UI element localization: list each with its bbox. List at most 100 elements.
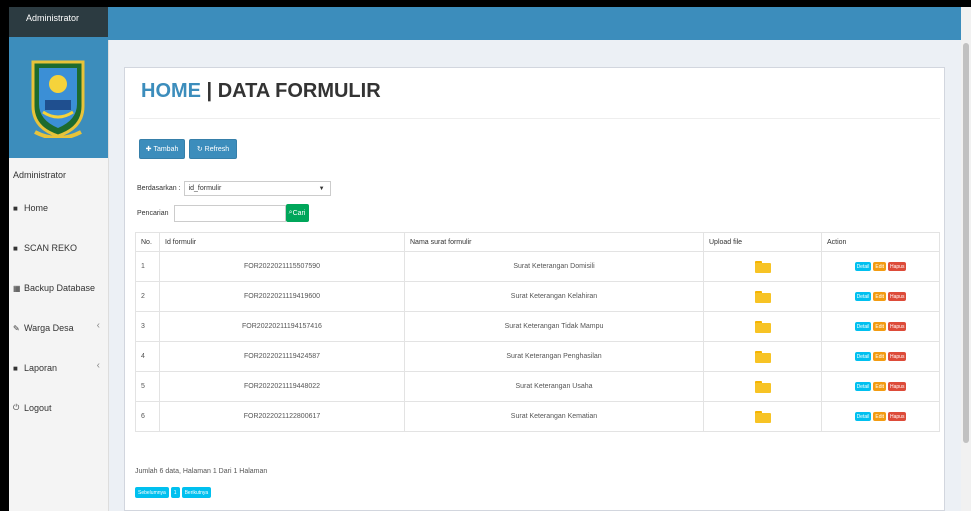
tambah-button[interactable]: ✚ Tambah bbox=[139, 139, 185, 159]
cell-no: 2 bbox=[135, 281, 160, 312]
cell-action: Detail Edit Hapus bbox=[821, 311, 940, 342]
table-row: 2 FOR2022021119419600 Surat Keterangan K… bbox=[135, 281, 940, 312]
cell-upload bbox=[703, 311, 822, 342]
folder-icon[interactable] bbox=[754, 260, 771, 273]
search-row: Pencarian ⌕ Cari bbox=[137, 204, 309, 222]
folder-icon[interactable] bbox=[754, 290, 771, 303]
sidebar-item-label: Home bbox=[24, 203, 49, 213]
sidebar-user-label: Administrator bbox=[13, 170, 67, 180]
detail-button[interactable]: Detail bbox=[854, 262, 872, 271]
cell-nama: Surat Keterangan Domisili bbox=[404, 251, 704, 282]
chevron-left-icon: ‹ bbox=[96, 320, 100, 331]
edit-button[interactable]: Edit bbox=[873, 412, 886, 421]
detail-button[interactable]: Detail bbox=[854, 292, 872, 301]
cell-action: Detail Edit Hapus bbox=[821, 341, 940, 372]
sidebar-item-logout[interactable]: ⏻ Logout bbox=[9, 388, 108, 428]
cell-action: Detail Edit Hapus bbox=[821, 251, 940, 282]
scrollbar-thumb[interactable] bbox=[963, 43, 969, 443]
folder-icon[interactable] bbox=[754, 320, 771, 333]
hapus-button[interactable]: Hapus bbox=[887, 262, 907, 271]
page-scrollbar[interactable] bbox=[961, 7, 971, 511]
edit-button[interactable]: Edit bbox=[873, 352, 886, 361]
sidebar-item-laporan[interactable]: ■ Laporan ‹ bbox=[9, 348, 108, 388]
detail-button[interactable]: Detail bbox=[854, 412, 872, 421]
chevron-down-icon: ▼ bbox=[318, 185, 325, 192]
scan-icon: ■ bbox=[13, 243, 18, 253]
cell-id: FOR2022021115507590 bbox=[159, 251, 405, 282]
logout-icon: ⏻ bbox=[13, 403, 20, 412]
book-icon: ■ bbox=[13, 363, 18, 373]
page-title-rest: DATA FORMULIR bbox=[217, 80, 381, 102]
cell-id: FOR20220211194157416 bbox=[159, 311, 405, 342]
tambah-label: Tambah bbox=[153, 145, 179, 153]
next-page-button[interactable]: Berikutnya bbox=[181, 487, 212, 498]
search-input[interactable] bbox=[173, 204, 286, 222]
village-emblem-logo bbox=[31, 60, 85, 138]
filter-select-value: id_formulir bbox=[188, 185, 222, 192]
refresh-icon: ↻ bbox=[196, 146, 205, 153]
detail-button[interactable]: Detail bbox=[854, 352, 872, 361]
prev-page-button[interactable]: Sebelumnya bbox=[135, 487, 169, 498]
sidebar-item-backup-database[interactable]: ▦ Backup Database bbox=[9, 268, 108, 308]
cell-upload bbox=[703, 401, 822, 432]
sidebar-item-label: Warga Desa bbox=[24, 323, 74, 333]
cell-no: 3 bbox=[135, 311, 160, 342]
cell-upload bbox=[703, 371, 822, 402]
sidebar-item-warga-desa[interactable]: ✎ Warga Desa ‹ bbox=[9, 308, 108, 348]
edit-button[interactable]: Edit bbox=[873, 382, 886, 391]
cell-action: Detail Edit Hapus bbox=[821, 371, 940, 402]
chevron-left-icon: ‹ bbox=[96, 360, 100, 371]
col-header-id: Id formulir bbox=[159, 232, 405, 252]
page-title-separator: | bbox=[201, 80, 218, 102]
cari-button[interactable]: ⌕ Cari bbox=[285, 204, 309, 222]
cell-id: FOR2022021119448022 bbox=[159, 371, 405, 402]
cell-nama: Surat Keterangan Usaha bbox=[404, 371, 704, 402]
folder-icon[interactable] bbox=[754, 410, 771, 423]
hapus-button[interactable]: Hapus bbox=[887, 352, 907, 361]
cell-nama: Surat Keterangan Kematian bbox=[404, 401, 704, 432]
folder-icon[interactable] bbox=[754, 350, 771, 363]
top-navbar bbox=[108, 7, 961, 40]
cell-nama: Surat Keterangan Penghasilan bbox=[404, 341, 704, 372]
cell-id: FOR2022021119419600 bbox=[159, 281, 405, 312]
cari-label: Cari bbox=[292, 209, 306, 217]
search-label: Pencarian bbox=[137, 209, 169, 217]
cell-no: 5 bbox=[135, 371, 160, 402]
sidebar-item-home[interactable]: ■ Home bbox=[9, 188, 108, 228]
detail-button[interactable]: Detail bbox=[854, 382, 872, 391]
hapus-button[interactable]: Hapus bbox=[887, 292, 907, 301]
col-header-no: No. bbox=[135, 232, 160, 252]
sidebar-item-scan-reko[interactable]: ■ SCAN REKO bbox=[9, 228, 108, 268]
table-row: 5 FOR2022021119448022 Surat Keterangan U… bbox=[135, 371, 940, 402]
sidebar-item-label: SCAN REKO bbox=[24, 243, 78, 253]
cell-upload bbox=[703, 341, 822, 372]
refresh-label: Refresh bbox=[204, 145, 230, 153]
edit-button[interactable]: Edit bbox=[873, 262, 886, 271]
edit-button[interactable]: Edit bbox=[873, 322, 886, 331]
edit-button[interactable]: Edit bbox=[873, 292, 886, 301]
logo-area bbox=[9, 37, 108, 158]
col-header-nama: Nama surat formulir bbox=[404, 232, 704, 252]
hapus-button[interactable]: Hapus bbox=[887, 412, 907, 421]
page-1-button[interactable]: 1 bbox=[170, 487, 180, 498]
table-row: 1 FOR2022021115507590 Surat Keterangan D… bbox=[135, 251, 940, 282]
data-table: No. Id formulir Nama surat formulir Uplo… bbox=[135, 232, 940, 432]
plus-icon: ✚ bbox=[145, 146, 154, 153]
cell-action: Detail Edit Hapus bbox=[821, 281, 940, 312]
folder-icon[interactable] bbox=[754, 380, 771, 393]
database-icon: ▦ bbox=[13, 283, 21, 293]
cell-no: 6 bbox=[135, 401, 160, 432]
cell-nama: Surat Keterangan Tidak Mampu bbox=[404, 311, 704, 342]
refresh-button[interactable]: ↻ Refresh bbox=[189, 139, 237, 159]
brand-label: Administrator bbox=[9, 7, 108, 37]
hapus-button[interactable]: Hapus bbox=[887, 322, 907, 331]
window-frame-left bbox=[0, 0, 9, 511]
filter-select[interactable]: id_formulir ▼ bbox=[183, 181, 331, 196]
table-header-row: No. Id formulir Nama surat formulir Uplo… bbox=[135, 232, 940, 252]
cell-no: 4 bbox=[135, 341, 160, 372]
hapus-button[interactable]: Hapus bbox=[887, 382, 907, 391]
col-header-action: Action bbox=[821, 232, 940, 252]
detail-button[interactable]: Detail bbox=[854, 322, 872, 331]
table-row: 4 FOR2022021119424587 Surat Keterangan P… bbox=[135, 341, 940, 372]
cell-no: 1 bbox=[135, 251, 160, 282]
